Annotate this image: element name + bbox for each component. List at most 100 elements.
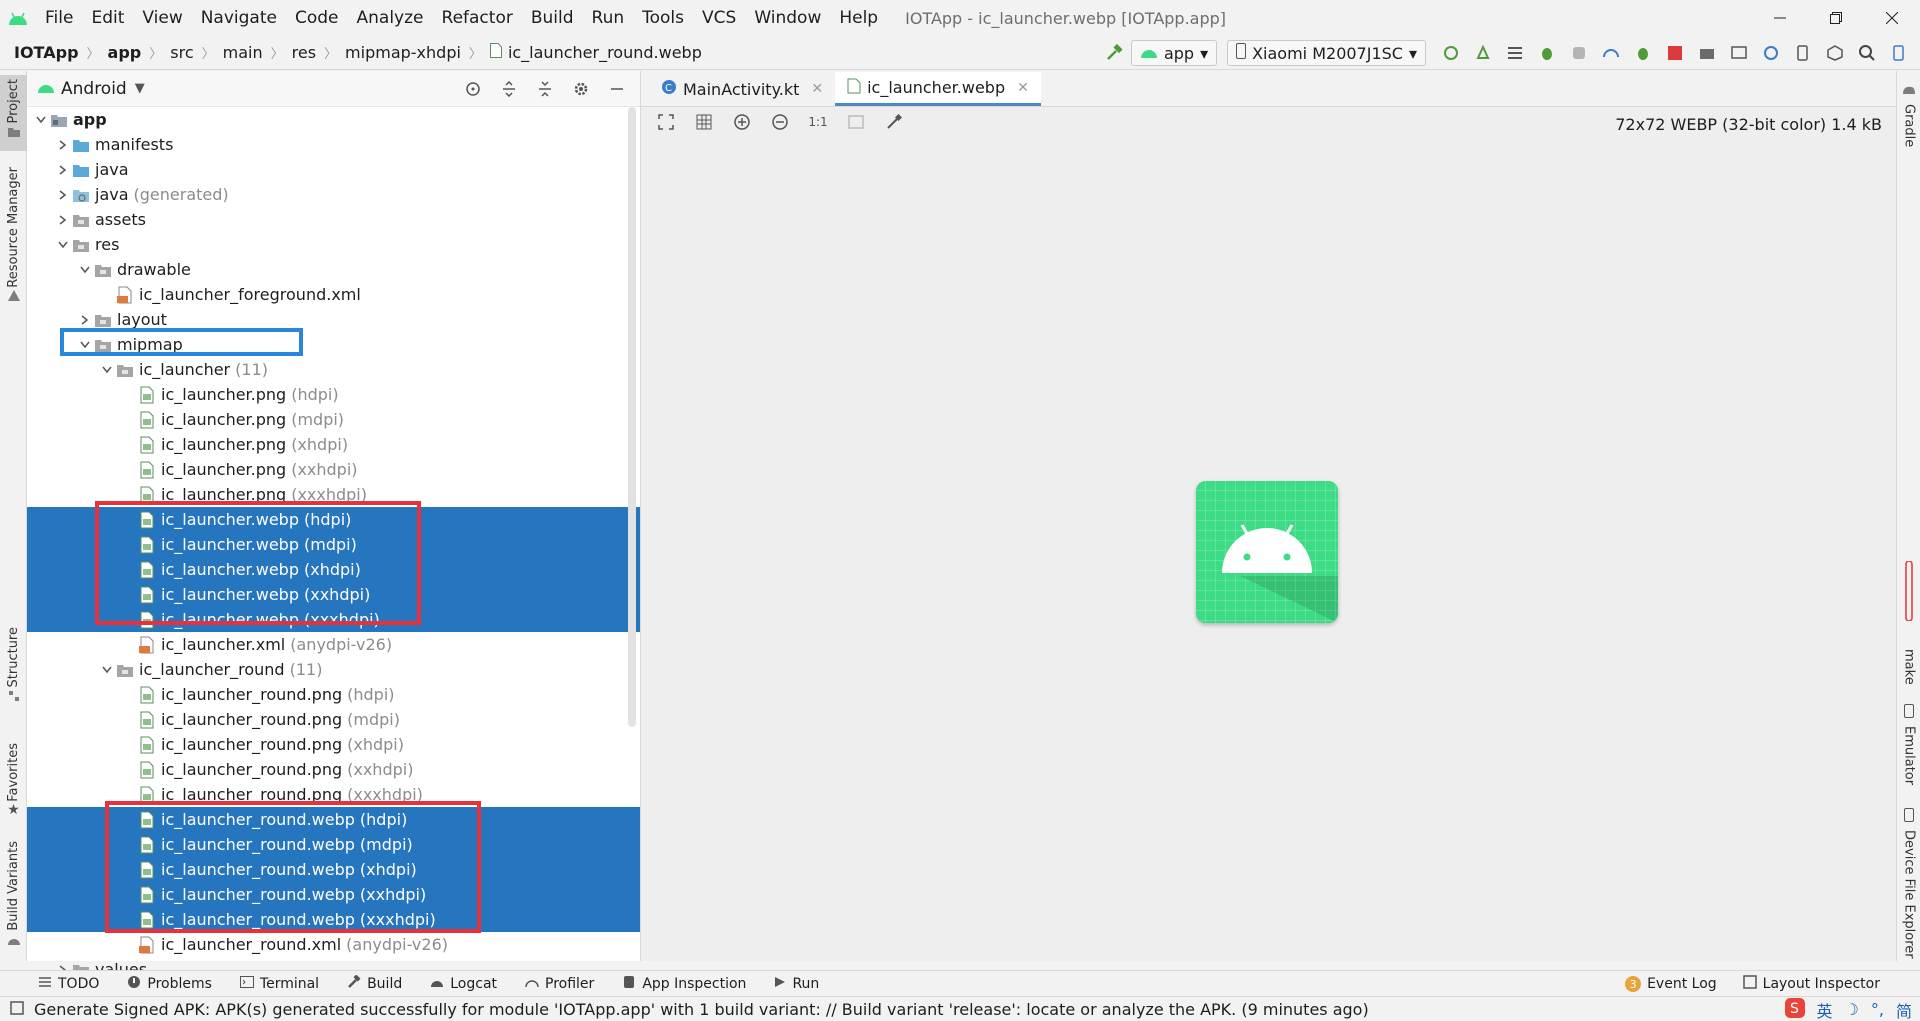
restore-button[interactable] bbox=[1808, 0, 1864, 36]
build-variants-tab[interactable]: Build Variants bbox=[0, 841, 27, 951]
project-structure-icon[interactable] bbox=[1692, 38, 1722, 68]
tree-item[interactable]: ic_launcher_round.xml (anydpi-v26) bbox=[27, 932, 640, 957]
layout-inspector-tab[interactable]: Layout Inspector bbox=[1742, 975, 1880, 993]
bottom-tab-logcat[interactable]: Logcat bbox=[430, 976, 497, 992]
menu-view[interactable]: View bbox=[133, 0, 191, 36]
project-scrollbar[interactable] bbox=[628, 107, 636, 727]
close-tab-icon[interactable]: ✕ bbox=[1017, 80, 1029, 96]
close-window-button[interactable] bbox=[1864, 0, 1920, 36]
breadcrumb-item[interactable]: mipmap-xhdpi bbox=[345, 43, 461, 62]
search-icon[interactable] bbox=[1852, 38, 1882, 68]
menu-build[interactable]: Build bbox=[522, 0, 583, 36]
profiler-gauge-icon[interactable] bbox=[1596, 38, 1626, 68]
collapse-all-icon[interactable] bbox=[530, 74, 560, 104]
avd-manager-icon[interactable] bbox=[1724, 38, 1754, 68]
chevron-down-icon[interactable] bbox=[55, 241, 71, 249]
attach-debugger-icon[interactable] bbox=[1564, 38, 1594, 68]
chevron-down-icon[interactable] bbox=[77, 266, 93, 274]
tree-item[interactable]: java bbox=[27, 157, 640, 182]
breadcrumb-item[interactable]: app bbox=[108, 43, 142, 62]
tree-item[interactable]: res bbox=[27, 232, 640, 257]
locate-target-icon[interactable] bbox=[458, 74, 488, 104]
run-configuration-select[interactable]: app ▾ bbox=[1130, 40, 1218, 66]
chevron-down-icon[interactable] bbox=[33, 116, 49, 124]
tree-item[interactable]: ic_launcher.png (xxhdpi) bbox=[27, 457, 640, 482]
menu-help[interactable]: Help bbox=[830, 0, 887, 36]
color-picker-icon[interactable] bbox=[879, 107, 909, 137]
input-method-indicator[interactable]: S 英 ☽ °, 简 bbox=[1784, 997, 1912, 1021]
bottom-tab-app-inspection[interactable]: App Inspection bbox=[622, 975, 746, 993]
sdk-manager-icon[interactable] bbox=[1820, 38, 1850, 68]
breadcrumb-item[interactable]: ic_launcher_round.webp bbox=[489, 43, 702, 62]
actual-size-button[interactable]: 1:1 bbox=[803, 107, 833, 137]
menu-refactor[interactable]: Refactor bbox=[433, 0, 522, 36]
background-toggle-icon[interactable] bbox=[841, 107, 871, 137]
menu-file[interactable]: File bbox=[36, 0, 82, 36]
editor-tab[interactable]: C MainActivity.kt ✕ bbox=[649, 72, 835, 106]
debug-attach-icon[interactable] bbox=[1628, 38, 1658, 68]
menu-vcs[interactable]: VCS bbox=[693, 0, 745, 36]
make-tab[interactable]: make bbox=[1897, 649, 1920, 685]
project-tool-tab[interactable]: Project bbox=[0, 75, 27, 151]
chevron-right-icon[interactable] bbox=[55, 164, 71, 175]
zoom-out-icon[interactable] bbox=[765, 107, 795, 137]
apply-code-changes-icon[interactable] bbox=[1468, 38, 1498, 68]
breadcrumb-item[interactable]: res bbox=[292, 43, 316, 62]
debug-bug-icon[interactable] bbox=[1532, 38, 1562, 68]
structure-tab[interactable]: Structure bbox=[0, 627, 27, 707]
expand-all-icon[interactable] bbox=[494, 74, 524, 104]
bottom-tab-run[interactable]: Run bbox=[774, 976, 819, 992]
bottom-tab-problems[interactable]: Problems bbox=[127, 975, 212, 993]
bottom-tab-build[interactable]: Build bbox=[347, 973, 402, 993]
gear-icon[interactable] bbox=[566, 74, 596, 104]
menu-navigate[interactable]: Navigate bbox=[192, 0, 286, 36]
tree-item[interactable]: ic_launcher_round (11) bbox=[27, 657, 640, 682]
project-view-select[interactable]: Android ▼ bbox=[61, 79, 145, 99]
device-file-explorer-tab[interactable]: Device File Explorer bbox=[1897, 807, 1920, 959]
tree-item[interactable]: manifests bbox=[27, 132, 640, 157]
chevron-right-icon[interactable] bbox=[55, 139, 71, 150]
tree-item[interactable]: ic_launcher_round.png (hdpi) bbox=[27, 682, 640, 707]
favorites-tab[interactable]: Favorites ★ bbox=[0, 743, 27, 823]
tree-item[interactable]: ic_launcher.png (hdpi) bbox=[27, 382, 640, 407]
tree-item[interactable]: ic_launcher_foreground.xml bbox=[27, 282, 640, 307]
gradle-tab[interactable]: Gradle bbox=[1897, 81, 1920, 147]
scroll-indicator[interactable] bbox=[1897, 561, 1920, 621]
emulator-tab[interactable]: Emulator bbox=[1897, 703, 1920, 785]
sync-gradle-icon[interactable] bbox=[1756, 38, 1786, 68]
toggle-tool-windows-icon[interactable] bbox=[10, 1000, 24, 1019]
tree-item[interactable]: ic_launcher_round.png (xhdpi) bbox=[27, 732, 640, 757]
status-message[interactable]: Generate Signed APK: APK(s) generated su… bbox=[34, 1000, 1369, 1019]
fit-to-window-icon[interactable] bbox=[651, 107, 681, 137]
breadcrumb-item[interactable]: main bbox=[223, 43, 263, 62]
stop-icon[interactable] bbox=[1660, 38, 1690, 68]
menu-run[interactable]: Run bbox=[583, 0, 634, 36]
list-icon[interactable] bbox=[1500, 38, 1530, 68]
tree-item[interactable]: app bbox=[27, 107, 640, 132]
tree-item[interactable]: ic_launcher.png (xhdpi) bbox=[27, 432, 640, 457]
tree-item[interactable]: assets bbox=[27, 207, 640, 232]
apply-changes-restart-icon[interactable] bbox=[1436, 38, 1466, 68]
build-hammer-icon[interactable] bbox=[1099, 38, 1129, 68]
bottom-tab-todo[interactable]: TODO bbox=[38, 976, 99, 992]
tree-item[interactable]: ic_launcher_round.png (mdpi) bbox=[27, 707, 640, 732]
minimize-button[interactable] bbox=[1752, 0, 1808, 36]
tree-item[interactable]: java (generated) bbox=[27, 182, 640, 207]
menu-edit[interactable]: Edit bbox=[82, 0, 133, 36]
tree-item[interactable]: drawable bbox=[27, 257, 640, 282]
menu-analyze[interactable]: Analyze bbox=[348, 0, 433, 36]
device-manager-icon[interactable] bbox=[1788, 38, 1818, 68]
breadcrumb-item[interactable]: IOTApp bbox=[14, 43, 79, 62]
chevron-down-icon[interactable] bbox=[99, 366, 115, 374]
event-log-tab[interactable]: 3 Event Log bbox=[1625, 976, 1717, 992]
hide-panel-icon[interactable] bbox=[602, 74, 632, 104]
chevron-down-icon[interactable] bbox=[99, 666, 115, 674]
settings-sync-icon[interactable] bbox=[1884, 38, 1914, 68]
chevron-right-icon[interactable] bbox=[55, 189, 71, 200]
grid-icon[interactable] bbox=[689, 107, 719, 137]
editor-tab[interactable]: ic_launcher.webp ✕ bbox=[835, 72, 1041, 106]
menu-tools[interactable]: Tools bbox=[633, 0, 693, 36]
tree-item[interactable]: ic_launcher_round.png (xxhdpi) bbox=[27, 757, 640, 782]
tree-item[interactable]: ic_launcher (11) bbox=[27, 357, 640, 382]
tree-item[interactable]: ic_launcher.xml (anydpi-v26) bbox=[27, 632, 640, 657]
